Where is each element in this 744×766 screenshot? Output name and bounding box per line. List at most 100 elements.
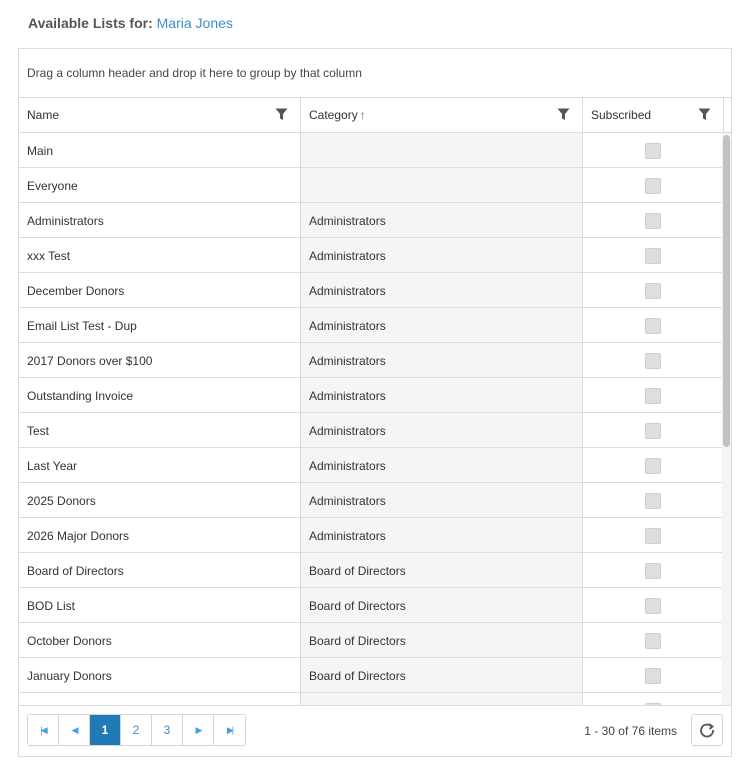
subscribed-checkbox[interactable] [645, 423, 661, 439]
last-page-icon: ▶| [226, 724, 234, 735]
subscribed-checkbox[interactable] [645, 633, 661, 649]
cell-name: Last Year [19, 448, 301, 482]
next-page-icon: ▶ [195, 724, 203, 735]
column-header-subscribed[interactable]: Subscribed [583, 98, 724, 132]
table-row[interactable]: Test Administrators [19, 413, 731, 448]
cell-subscribed [583, 553, 724, 587]
subscribed-checkbox[interactable] [645, 493, 661, 509]
sort-ascending-icon: ↑ [359, 108, 366, 122]
cell-category: Board of Directors [301, 623, 583, 657]
cell-category: Administrators [301, 203, 583, 237]
grid-body: Main Everyone Administrators Administrators… [19, 133, 731, 707]
subscribed-checkbox[interactable] [645, 283, 661, 299]
table-row[interactable]: Outstanding Invoice Administrators [19, 378, 731, 413]
filter-icon[interactable] [698, 108, 711, 121]
column-header-name[interactable]: Name [19, 98, 301, 132]
subscribed-checkbox[interactable] [645, 458, 661, 474]
cell-name: xxx Test [19, 238, 301, 272]
cell-subscribed [583, 413, 724, 447]
filter-icon[interactable] [557, 108, 570, 121]
cell-subscribed [583, 133, 724, 167]
subscribed-checkbox[interactable] [645, 248, 661, 264]
table-row[interactable]: Everyone [19, 168, 731, 203]
filter-icon[interactable] [275, 108, 288, 121]
table-row[interactable]: xxx Test Administrators [19, 238, 731, 273]
prev-page-button[interactable]: ◀ [59, 715, 90, 745]
cell-category: Administrators [301, 448, 583, 482]
cell-name: December Donors [19, 273, 301, 307]
table-row[interactable]: December Donors Administrators [19, 273, 731, 308]
first-page-icon: |◀ [40, 724, 47, 735]
cell-category: Administrators [301, 518, 583, 552]
cell-subscribed [583, 483, 724, 517]
cell-category: Board of Directors [301, 658, 583, 692]
cell-subscribed [583, 273, 724, 307]
subscribed-checkbox[interactable] [645, 528, 661, 544]
pager: |◀ ◀ 1 2 3 ▶ ▶| 1 - 30 of 76 items [19, 705, 731, 756]
subscribed-checkbox[interactable] [645, 563, 661, 579]
prev-page-icon: ◀ [71, 724, 79, 735]
table-row[interactable]: BOD List Board of Directors [19, 588, 731, 623]
cell-name: Test [19, 413, 301, 447]
cell-category: Board of Directors [301, 553, 583, 587]
subscribed-checkbox[interactable] [645, 178, 661, 194]
scrollbar-thumb[interactable] [723, 135, 730, 447]
cell-category: Administrators [301, 273, 583, 307]
page-button-3[interactable]: 3 [152, 715, 183, 745]
grid-rows: Main Everyone Administrators Administrators… [19, 133, 731, 707]
table-row[interactable]: Email List Test - Dup Administrators [19, 308, 731, 343]
cell-subscribed [583, 238, 724, 272]
page-button-2[interactable]: 2 [121, 715, 152, 745]
cell-category: Administrators [301, 413, 583, 447]
lists-grid: Drag a column header and drop it here to… [18, 48, 732, 757]
group-by-drop-area[interactable]: Drag a column header and drop it here to… [19, 49, 731, 98]
subscribed-checkbox[interactable] [645, 143, 661, 159]
cell-name: Main [19, 133, 301, 167]
page-button-1[interactable]: 1 [90, 715, 121, 745]
cell-category [301, 133, 583, 167]
table-row[interactable]: January Donors Board of Directors [19, 658, 731, 693]
refresh-button[interactable] [691, 714, 723, 746]
heading-user-name[interactable]: Maria Jones [157, 15, 233, 31]
cell-category: Administrators [301, 308, 583, 342]
cell-name: Board of Directors [19, 553, 301, 587]
subscribed-checkbox[interactable] [645, 318, 661, 334]
subscribed-checkbox[interactable] [645, 213, 661, 229]
column-header-name-label: Name [27, 108, 60, 122]
cell-name: Administrators [19, 203, 301, 237]
first-page-button[interactable]: |◀ [28, 715, 59, 745]
subscribed-checkbox[interactable] [645, 668, 661, 684]
table-row[interactable]: 2017 Donors over $100 Administrators [19, 343, 731, 378]
subscribed-checkbox[interactable] [645, 388, 661, 404]
cell-name: 2026 Major Donors [19, 518, 301, 552]
subscribed-checkbox[interactable] [645, 598, 661, 614]
cell-subscribed [583, 518, 724, 552]
grid-header: Name Category ↑ Subscribed [19, 98, 731, 133]
cell-category: Administrators [301, 483, 583, 517]
cell-subscribed [583, 448, 724, 482]
subscribed-checkbox[interactable] [645, 353, 661, 369]
heading-label: Available Lists for: [28, 15, 153, 31]
cell-name: Email List Test - Dup [19, 308, 301, 342]
cell-category: Administrators [301, 378, 583, 412]
last-page-button[interactable]: ▶| [214, 715, 245, 745]
table-row[interactable]: Board of Directors Board of Directors [19, 553, 731, 588]
table-row[interactable]: 2026 Major Donors Administrators [19, 518, 731, 553]
table-row[interactable]: Main [19, 133, 731, 168]
cell-subscribed [583, 168, 724, 202]
table-row[interactable]: October Donors Board of Directors [19, 623, 731, 658]
table-row[interactable]: 2025 Donors Administrators [19, 483, 731, 518]
cell-category: Administrators [301, 343, 583, 377]
cell-name: October Donors [19, 623, 301, 657]
cell-category: Board of Directors [301, 588, 583, 622]
cell-name: Outstanding Invoice [19, 378, 301, 412]
next-page-button[interactable]: ▶ [183, 715, 214, 745]
pager-buttons: |◀ ◀ 1 2 3 ▶ ▶| [27, 714, 246, 746]
column-header-category[interactable]: Category ↑ [301, 98, 583, 132]
cell-subscribed [583, 623, 724, 657]
cell-subscribed [583, 203, 724, 237]
cell-name: 2025 Donors [19, 483, 301, 517]
table-row[interactable]: Administrators Administrators [19, 203, 731, 238]
table-row[interactable]: Last Year Administrators [19, 448, 731, 483]
vertical-scrollbar[interactable] [722, 133, 731, 707]
